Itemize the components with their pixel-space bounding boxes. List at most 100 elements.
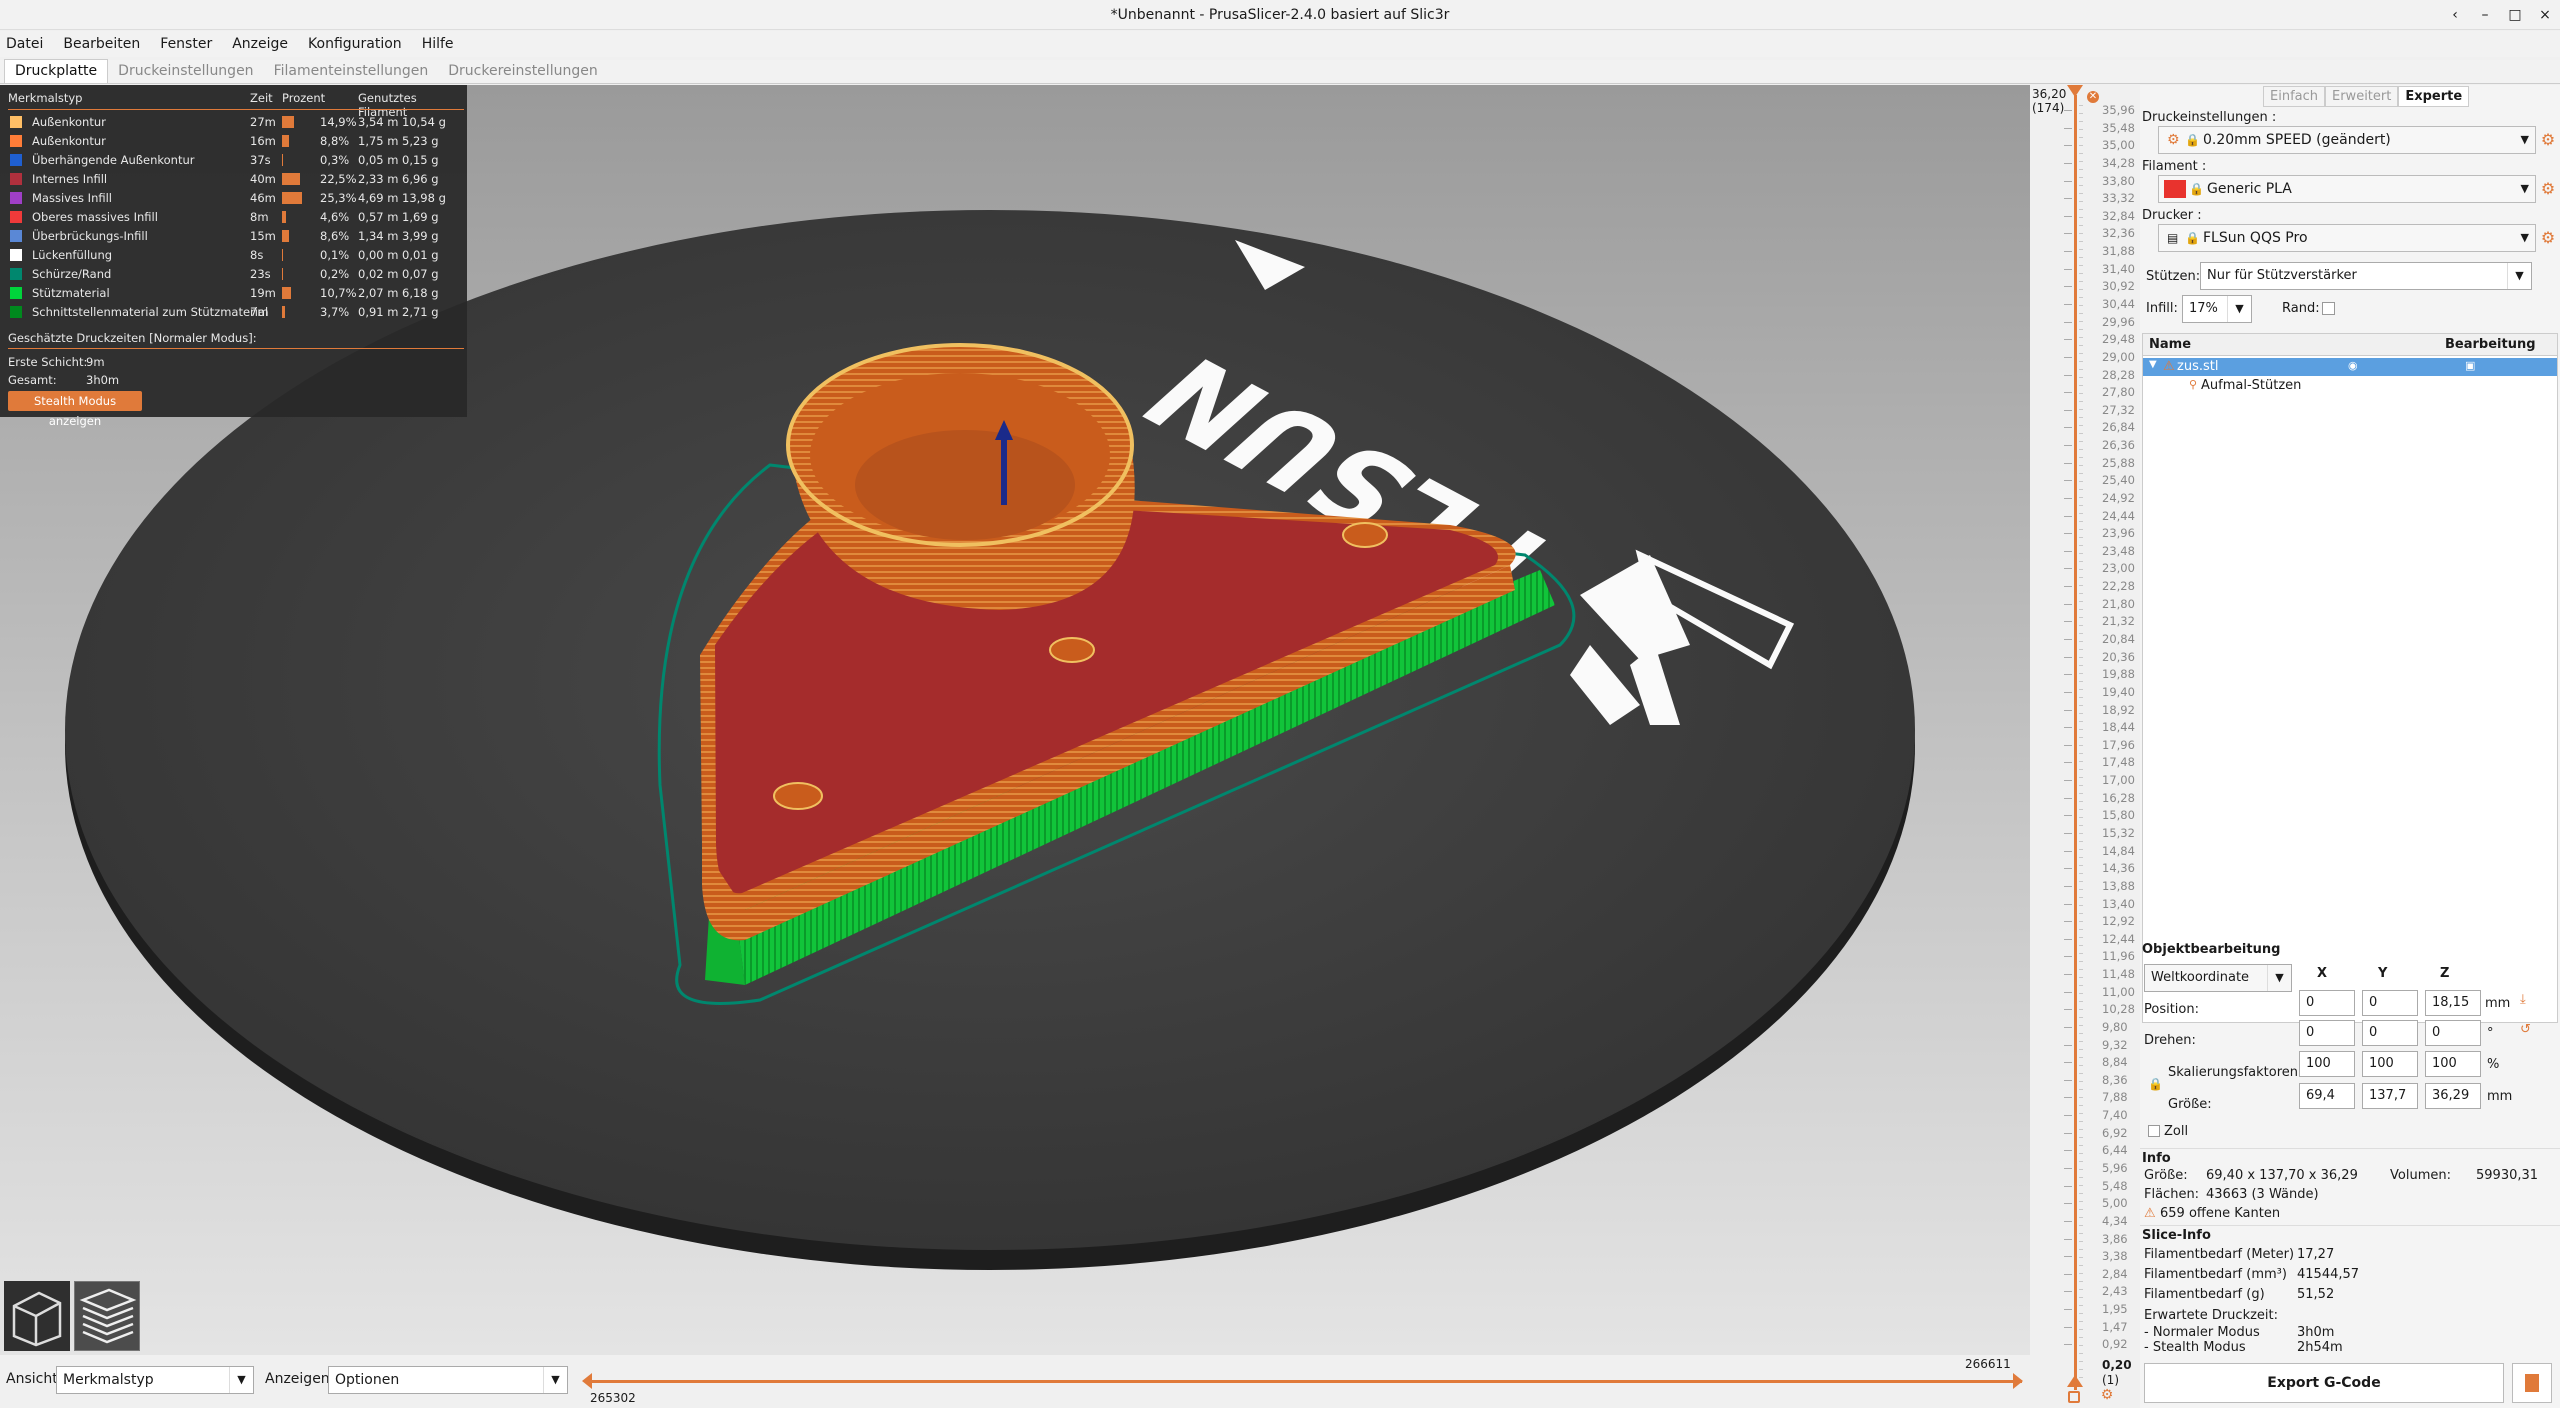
layer-tick-label: 11,96 xyxy=(2102,949,2135,964)
menu-edit[interactable]: Bearbeiten xyxy=(63,36,140,52)
size-y-input[interactable]: 137,7 xyxy=(2362,1083,2418,1109)
legend-row[interactable]: Lückenfüllung 8s 0,1% 0,00 m 0,01 g xyxy=(0,246,467,265)
stealth-mode-button[interactable]: Stealth Modus anzeigen xyxy=(8,391,142,428)
maximize-icon[interactable]: □ xyxy=(2500,0,2530,30)
legend-time: 15m xyxy=(250,229,276,243)
gear-icon[interactable]: ⚙ xyxy=(2539,131,2557,149)
edit-icon[interactable]: ▣ xyxy=(2465,359,2475,372)
legend-row[interactable]: Außenkontur 16m 8,8% 1,75 m 5,23 g xyxy=(0,132,467,151)
slider-right-thumb[interactable] xyxy=(2013,1373,2023,1389)
layer-minor-tick xyxy=(2079,465,2083,466)
send-to-device-button[interactable] xyxy=(2512,1363,2552,1403)
collapse-icon[interactable]: ▼ xyxy=(2149,359,2157,370)
print-settings-label: Druckeinstellungen : xyxy=(2142,110,2277,125)
minimize-icon[interactable]: – xyxy=(2470,0,2500,30)
info-volume-value: 59930,31 xyxy=(2476,1168,2539,1183)
coordinate-combo[interactable]: Weltkoordinate ▼ xyxy=(2144,964,2292,992)
tab-print-settings[interactable]: Druckeinstellungen xyxy=(108,60,263,83)
legend-color-swatch xyxy=(10,287,22,299)
filament-combo[interactable]: 🔒 Generic PLA ▼ xyxy=(2158,175,2536,203)
3d-view-toggle[interactable] xyxy=(4,1281,70,1351)
column-name: Name xyxy=(2149,337,2192,352)
layer-minor-tick xyxy=(2079,209,2083,210)
legend-row[interactable]: Oberes massives Infill 8m 4,6% 0,57 m 1,69 g xyxy=(0,208,467,227)
rotate-z-input[interactable]: 0 xyxy=(2425,1020,2481,1046)
object-child-row[interactable]: ⚲ Aufmal-Stützen xyxy=(2143,377,2557,395)
menu-help[interactable]: Hilfe xyxy=(422,36,454,52)
gear-icon[interactable]: ⚙ xyxy=(2539,180,2557,198)
gear-icon[interactable]: ⚙ xyxy=(2098,1386,2116,1404)
menu-file[interactable]: Datei xyxy=(6,36,43,52)
layer-minor-tick xyxy=(2079,361,2083,362)
horizontal-slider-track[interactable] xyxy=(585,1380,2022,1383)
legend-row[interactable]: Stützmaterial 19m 10,7% 2,07 m 6,18 g xyxy=(0,284,467,303)
legend-feature-name: Stützmaterial xyxy=(32,286,110,300)
scale-y-input[interactable]: 100 xyxy=(2362,1051,2418,1077)
gear-icon[interactable]: ⚙ xyxy=(2539,229,2557,247)
cog-icon[interactable]: ✕ xyxy=(2087,91,2099,103)
brim-checkbox[interactable] xyxy=(2322,302,2335,315)
scale-z-input[interactable]: 100 xyxy=(2425,1051,2481,1077)
close-icon[interactable]: × xyxy=(2530,0,2560,30)
mode-advanced[interactable]: Erweitert xyxy=(2325,86,2399,107)
tab-filament-settings[interactable]: Filamenteinstellungen xyxy=(264,60,439,83)
drop-to-bed-icon[interactable]: ⤓ xyxy=(2520,992,2526,1007)
size-z-input[interactable]: 36,29 xyxy=(2425,1083,2481,1109)
mode-expert[interactable]: Experte xyxy=(2398,86,2470,107)
legend-time: 46m xyxy=(250,191,276,205)
rotate-x-input[interactable]: 0 xyxy=(2299,1020,2355,1046)
tab-plater[interactable]: Druckplatte xyxy=(4,59,109,83)
printer-combo[interactable]: ▤ 🔒 FLSun QQS Pro ▼ xyxy=(2158,224,2536,252)
position-x-input[interactable]: 0 xyxy=(2299,990,2355,1016)
lock-icon[interactable]: 🔒 xyxy=(2148,1077,2163,1091)
position-y-input[interactable]: 0 xyxy=(2362,990,2418,1016)
legend-row[interactable]: Schürze/Rand 23s 0,2% 0,02 m 0,07 g xyxy=(0,265,467,284)
scale-x-input[interactable]: 100 xyxy=(2299,1051,2355,1077)
infill-combo[interactable]: 17% ▼ xyxy=(2182,295,2252,323)
export-gcode-button[interactable]: Export G-Code xyxy=(2144,1363,2504,1403)
legend-row[interactable]: Überhängende Außenkontur 37s 0,3% 0,05 m 0,1… xyxy=(0,151,467,170)
3d-preview-canvas[interactable]: FLSUN Merkmalstyp Zeit Prozent Genutztes… xyxy=(0,85,2030,1355)
slider-left-thumb[interactable] xyxy=(582,1373,592,1389)
layer-tick-label: 27,80 xyxy=(2102,385,2135,400)
legend-row[interactable]: Überbrückungs-Infill 15m 8,6% 1,34 m 3,99 g xyxy=(0,227,467,246)
layer-tick-mark xyxy=(2064,903,2072,905)
legend-filament-length: 3,54 m xyxy=(358,115,399,129)
axis-z-label: Z xyxy=(2440,966,2450,981)
legend-row[interactable]: Außenkontur 27m 14,9% 3,54 m 10,54 g xyxy=(0,113,467,132)
preview-view-toggle[interactable] xyxy=(74,1281,140,1351)
position-z-input[interactable]: 18,15 xyxy=(2425,990,2481,1016)
lock-icon[interactable] xyxy=(2068,1391,2080,1403)
window-back-icon[interactable]: ‹ xyxy=(2440,0,2470,30)
legend-row[interactable]: Internes Infill 40m 22,5% 2,33 m 6,96 g xyxy=(0,170,467,189)
tab-printer-settings[interactable]: Druckereinstellungen xyxy=(438,60,607,83)
lock-icon: 🔒 xyxy=(2185,133,2200,147)
layer-minor-tick xyxy=(2079,121,2083,122)
rotate-y-input[interactable]: 0 xyxy=(2362,1020,2418,1046)
title-bar: *Unbenannt - PrusaSlicer-2.4.0 basiert a… xyxy=(0,0,2560,30)
layer-bottom-thumb[interactable] xyxy=(2067,1375,2083,1387)
reset-rotation-icon[interactable]: ↺ xyxy=(2520,1022,2531,1037)
view-type-combo[interactable]: Merkmalstyp ▼ xyxy=(56,1366,254,1394)
supports-combo[interactable]: Nur für Stützverstärker ▼ xyxy=(2200,262,2532,290)
size-unit: mm xyxy=(2487,1089,2513,1104)
layer-minor-tick xyxy=(2079,697,2083,698)
size-x-input[interactable]: 69,4 xyxy=(2299,1083,2355,1109)
layer-minor-tick xyxy=(2079,417,2083,418)
print-settings-combo[interactable]: ⚙ 🔒 0.20mm SPEED (geändert) ▼ xyxy=(2158,126,2536,154)
menu-configuration[interactable]: Konfiguration xyxy=(308,36,402,52)
show-options-combo[interactable]: Optionen ▼ xyxy=(328,1366,568,1394)
menu-window[interactable]: Fenster xyxy=(160,36,212,52)
legend-row[interactable]: Schnittstellenmaterial zum Stützmaterial… xyxy=(0,303,467,322)
layer-slider-track[interactable] xyxy=(2074,95,2077,1390)
support-icon: ⚲ xyxy=(2189,378,2198,391)
layer-minor-tick xyxy=(2079,169,2083,170)
object-row[interactable]: ▼ ⚠ zus.stl ◉ ▣ xyxy=(2143,358,2557,376)
layer-top-thumb[interactable] xyxy=(2067,85,2083,97)
eye-icon[interactable]: ◉ xyxy=(2348,359,2358,372)
layer-tick-mark xyxy=(2064,868,2072,870)
inch-checkbox[interactable] xyxy=(2148,1125,2160,1137)
legend-row[interactable]: Massives Infill 46m 25,3% 4,69 m 13,98 g xyxy=(0,189,467,208)
mode-simple[interactable]: Einfach xyxy=(2263,86,2325,107)
menu-view[interactable]: Anzeige xyxy=(232,36,288,52)
